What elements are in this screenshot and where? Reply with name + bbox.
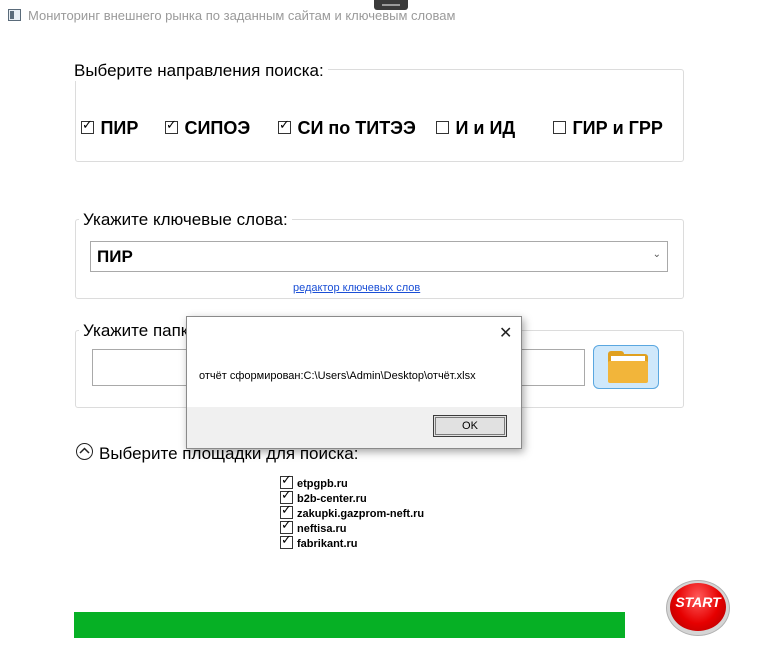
drag-handle[interactable] — [374, 0, 408, 10]
direction-label: ГИР и ГРР — [572, 118, 663, 138]
checkbox-icon[interactable] — [553, 121, 566, 134]
keywords-selected-value: ПИР — [97, 247, 133, 266]
keyword-editor-link[interactable]: редактор ключевых слов — [293, 282, 420, 294]
dialog-message: отчёт сформирован:C:\Users\Admin\Desktop… — [199, 370, 476, 382]
chevron-up-circle-icon[interactable] — [76, 443, 93, 460]
site-checkbox-zakupki-gazprom-neft[interactable]: zakupki.gazprom-neft.ru — [280, 503, 425, 520]
window-title: Мониторинг внешнего рынка по заданным са… — [28, 8, 456, 23]
directions-group — [75, 69, 684, 162]
path-label: Укажите папку — [79, 321, 201, 341]
site-label: fabrikant.ru — [297, 538, 358, 550]
checkbox-icon[interactable] — [278, 118, 291, 134]
site-label: neftisa.ru — [297, 523, 347, 535]
keywords-label: Укажите ключевые слова: — [79, 210, 292, 230]
progress-fill — [74, 612, 625, 638]
direction-label: СИ по ТИТЭЭ — [297, 118, 416, 138]
message-dialog: ✕ отчёт сформирован:C:\Users\Admin\Deskt… — [186, 316, 522, 449]
browse-folder-button[interactable] — [593, 345, 659, 389]
site-label: b2b-center.ru — [297, 493, 367, 505]
keywords-combobox[interactable]: ПИР ⌄ — [90, 241, 668, 272]
start-button-label: START — [675, 594, 721, 610]
direction-checkbox-pir[interactable]: ПИР — [81, 118, 138, 139]
direction-checkbox-i-id[interactable]: И и ИД — [436, 118, 515, 139]
app-window-icon — [8, 9, 21, 21]
start-button[interactable]: START — [666, 580, 730, 636]
checkbox-icon[interactable] — [280, 533, 293, 549]
checkbox-icon[interactable] — [81, 118, 94, 134]
direction-label: И и ИД — [455, 118, 516, 138]
checkbox-icon[interactable] — [165, 118, 178, 134]
progress-bar — [74, 612, 625, 638]
direction-label: СИПОЭ — [184, 118, 251, 138]
folder-icon-front — [608, 361, 648, 383]
direction-label: ПИР — [100, 118, 139, 138]
title-bar[interactable]: Мониторинг внешнего рынка по заданным са… — [0, 0, 782, 32]
direction-checkbox-sipoe[interactable]: СИПОЭ — [165, 118, 250, 139]
direction-checkbox-si-titee[interactable]: СИ по ТИТЭЭ — [278, 118, 416, 139]
site-label: zakupki.gazprom-neft.ru — [297, 508, 425, 520]
checkbox-icon[interactable] — [436, 121, 449, 134]
dialog-content-area — [187, 317, 521, 407]
direction-checkbox-gir-grr[interactable]: ГИР и ГРР — [553, 118, 663, 139]
directions-label: Выберите направления поиска: — [70, 61, 328, 81]
ok-button[interactable]: OK — [433, 415, 507, 437]
site-checkbox-fabrikant[interactable]: fabrikant.ru — [280, 533, 358, 550]
site-checkbox-b2b-center[interactable]: b2b-center.ru — [280, 488, 367, 505]
site-label: etpgpb.ru — [297, 478, 348, 490]
close-icon[interactable]: ✕ — [499, 323, 512, 342]
chevron-down-icon[interactable]: ⌄ — [653, 249, 661, 260]
